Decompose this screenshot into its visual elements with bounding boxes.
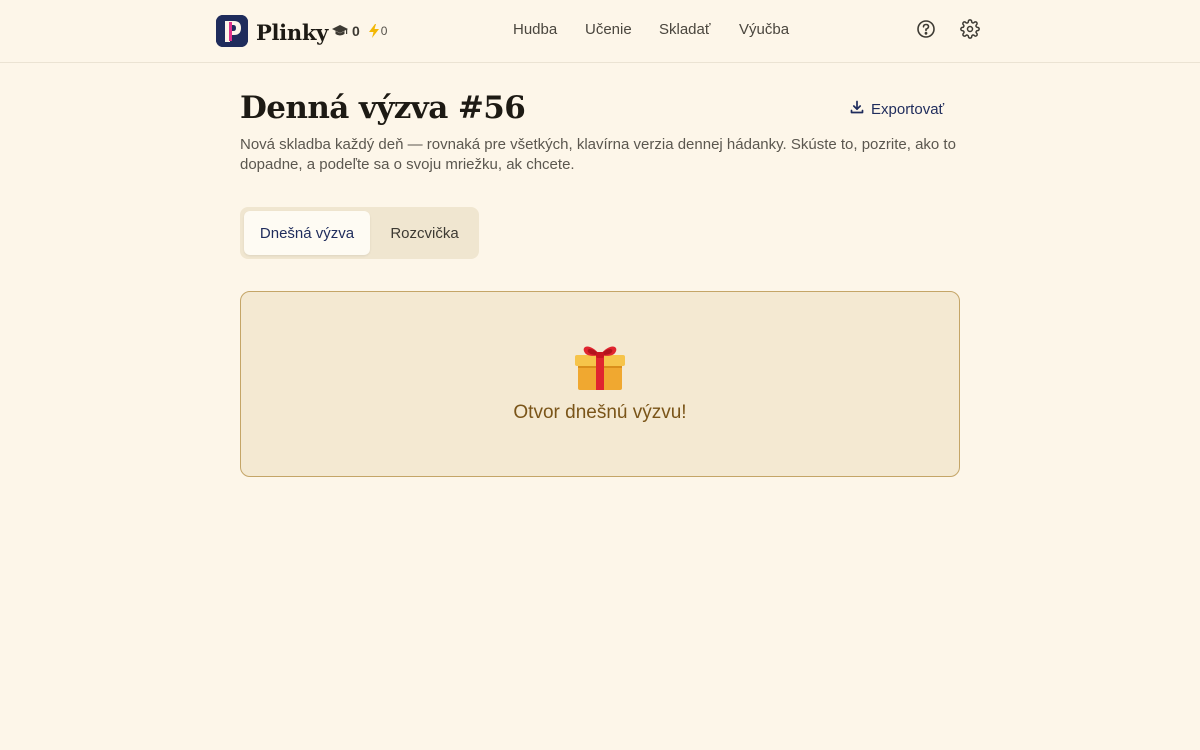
help-circle-icon bbox=[916, 19, 936, 44]
nav-item-skladat[interactable]: Skladať bbox=[659, 20, 711, 40]
top-bar: Plinky 0 0 Hudba Učenie Skladať Výučba bbox=[0, 0, 1200, 63]
export-label: Exportovať bbox=[871, 100, 945, 118]
open-challenge-label: Otvor dnešnú výzvu! bbox=[513, 402, 687, 423]
gear-icon bbox=[960, 18, 980, 44]
download-icon bbox=[850, 100, 864, 118]
nav-item-hudba[interactable]: Hudba bbox=[513, 20, 557, 40]
open-challenge-card[interactable]: Otvor dnešnú výzvu! bbox=[240, 291, 960, 477]
gift-icon bbox=[572, 338, 628, 394]
page-subtitle: Nová skladba každý deň — rovnaká pre vše… bbox=[240, 136, 956, 173]
nav-item-vyucba[interactable]: Výučba bbox=[739, 20, 789, 40]
tab-rozcvicka[interactable]: Rozcvička bbox=[374, 211, 475, 255]
tab-dnesna-vyzva[interactable]: Dnešná výzva bbox=[244, 211, 370, 255]
page-title: Denná výzva #56 bbox=[240, 90, 526, 126]
nav-item-ucenie[interactable]: Učenie bbox=[585, 20, 632, 40]
main-nav: Hudba Učenie Skladať Výučba bbox=[0, 20, 1200, 42]
settings-button[interactable] bbox=[959, 18, 981, 44]
challenge-tabs: Dnešná výzva Rozcvička bbox=[240, 207, 479, 259]
help-button[interactable] bbox=[915, 19, 937, 44]
export-button[interactable]: Exportovať bbox=[850, 99, 944, 119]
